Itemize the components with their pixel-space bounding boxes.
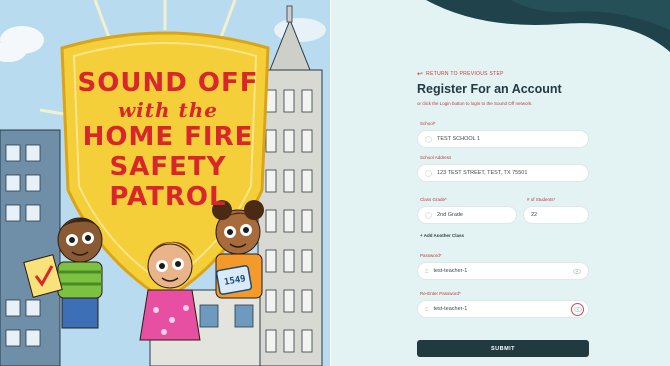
return-previous-step-link[interactable]: ↩ RETURN TO PREVIOUS STEP: [417, 70, 589, 78]
class-grade-value: 2nd Grade: [437, 212, 463, 218]
re-password-field[interactable]: ⚿ test-teacher-1: [417, 300, 589, 318]
password-label: Password*: [420, 253, 442, 258]
show-re-password-icon[interactable]: [571, 303, 584, 316]
school-address-field[interactable]: 123 TEST STREET, TEST, TX 75501: [417, 164, 589, 182]
grade-icon: [425, 211, 432, 219]
page-title: Register For an Account: [417, 82, 562, 96]
submit-button[interactable]: SUBMIT: [417, 340, 589, 357]
address-icon: [425, 169, 432, 177]
hero-illustration: SOUND OFF with the HOME FIRE SAFETY PATR…: [0, 0, 330, 366]
password-field[interactable]: ⚿ test-teacher-1: [417, 262, 589, 280]
key-icon: ⚿: [425, 268, 429, 274]
add-another-class-link[interactable]: + Add Another Class: [420, 233, 464, 238]
register-form: ↩ RETURN TO PREVIOUS STEP Register For a…: [417, 70, 589, 106]
re-password-value: test-teacher-1: [433, 306, 468, 312]
hero-title-line-3: HOME FIRE: [82, 122, 254, 152]
return-arrow-icon: ↩: [417, 71, 424, 78]
school-field[interactable]: TEST SCHOOL 1: [417, 130, 589, 148]
num-students-field[interactable]: 22: [523, 206, 589, 224]
class-grade-label: Class Grade*: [420, 197, 447, 202]
class-grade-select[interactable]: 2nd Grade: [417, 206, 517, 224]
num-students-value: 22: [531, 212, 538, 218]
school-label: School*: [420, 121, 436, 126]
school-value: TEST SCHOOL 1: [437, 136, 481, 142]
hero-title-line-1: SOUND OFF: [77, 68, 259, 98]
num-students-label: # of Students*: [527, 197, 556, 202]
hero-title-line-2: with the: [117, 98, 219, 122]
school-icon: [425, 135, 432, 143]
return-previous-step-label: RETURN TO PREVIOUS STEP: [426, 71, 504, 77]
hero-title-line-4: SAFETY: [109, 152, 227, 182]
hero-title-line-5: PATROL: [109, 182, 227, 212]
page-subtitle: or click the Login button to login to th…: [417, 101, 533, 106]
key-icon: ⚿: [425, 306, 429, 312]
school-address-value: 123 TEST STREET, TEST, TX 75501: [437, 170, 528, 176]
re-password-label: Re-Enter Password*: [420, 291, 461, 296]
registration-panel: ↩ RETURN TO PREVIOUS STEP Register For a…: [331, 0, 670, 366]
show-password-icon[interactable]: [572, 267, 581, 276]
password-value: test-teacher-1: [433, 268, 468, 274]
school-address-label: School Address: [420, 155, 452, 160]
